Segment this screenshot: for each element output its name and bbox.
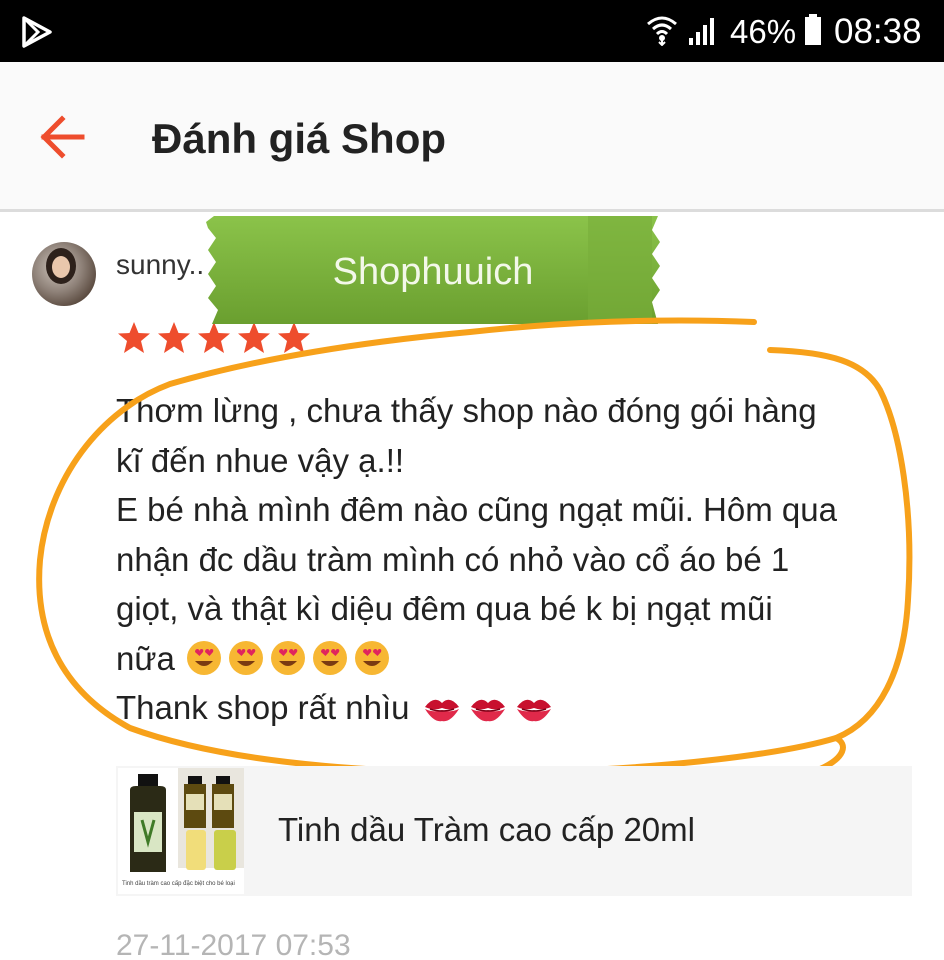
watermark-text: Shophuuich [332,251,534,293]
review-timestamp: 27-11-2017 07:53 [116,929,351,960]
comment-line: nhận đc dầu tràm mình có nhỏ vào cổ áo b… [116,540,790,578]
play-store-icon [22,16,52,48]
status-bar: 46% 08:38 [0,0,944,62]
review-comment: Thơm lừng , chưa thấy shop nào đóng gói … [116,386,916,733]
heart-eyes-emoji-icon [228,641,263,676]
battery-icon [805,14,821,45]
arrow-left-icon[interactable] [36,112,90,162]
app-header: Đánh giá Shop [0,62,944,212]
heart-eyes-emoji-icon [186,641,221,676]
kiss-mark-emoji-icon [470,699,505,721]
battery-percent: 46% [730,13,797,50]
comment-line: giọt, và thật kì diệu đêm qua bé k bị ng… [116,590,773,627]
avatar[interactable] [32,242,96,306]
heart-eyes-emoji-icon [270,641,305,676]
kiss-mark-emoji-icon [424,699,459,721]
reviewer-username: sunny.. [116,249,205,280]
product-image-caption: Tinh dầu tràm cao cấp đặc biệt cho bé lo… [122,881,235,887]
comment-line: Thơm lừng , chưa thấy shop nào đóng gói … [116,392,817,429]
heart-eyes-emoji-row [181,639,391,677]
star-icon [158,322,190,353]
star-icon [118,322,150,353]
comment-line-emoji: nữa [116,634,916,684]
comment-line-text: Thank shop rất nhìu [116,689,410,726]
kiss-mark-emoji-icon [516,699,551,721]
clock: 08:38 [834,12,922,51]
comment-line: E bé nhà mình đêm nào cũng ngạt mũi. Hôm… [116,491,837,528]
heart-eyes-emoji-icon [312,641,347,676]
kiss-emoji-row [416,691,554,725]
watermark-banner: Shophuuich [206,214,666,326]
wifi-icon [647,16,677,46]
product-image [118,768,244,894]
product-name: Tinh dầu Tràm cao cấp 20ml [278,811,695,848]
page-title: Đánh giá Shop [152,115,446,162]
product-thumbnail: Tinh dầu tràm cao cấp đặc biệt cho bé lo… [118,768,244,894]
comment-line-emoji: Thank shop rất nhìu [116,683,916,733]
comment-line-text: nữa [116,639,175,677]
comment-line: kĩ đến nhue vậy ạ.!! [116,441,405,479]
heart-eyes-emoji-icon [354,641,389,676]
product-card[interactable]: Tinh dầu tràm cao cấp đặc biệt cho bé lo… [116,766,912,896]
signal-icon [689,18,714,45]
